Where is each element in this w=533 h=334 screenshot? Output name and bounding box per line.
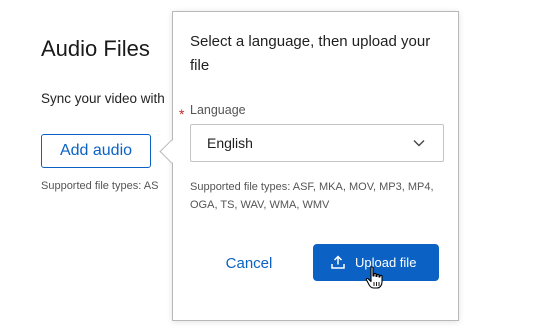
chevron-down-icon <box>413 140 425 147</box>
upload-popover: Select a language, then upload your file… <box>172 11 459 321</box>
popover-title: Select a language, then upload your file <box>190 33 431 74</box>
cancel-button[interactable]: Cancel <box>219 251 279 275</box>
hand-pointer-cursor-icon <box>365 266 383 289</box>
page: Audio Files Sync your video with Add aud… <box>0 0 533 334</box>
page-description: Sync your video with <box>41 91 165 106</box>
language-label: Language <box>190 103 246 117</box>
language-select-value: English <box>207 135 253 151</box>
upload-icon <box>331 255 345 269</box>
add-audio-button[interactable]: Add audio <box>41 134 151 168</box>
page-title: Audio Files <box>41 36 150 61</box>
popover-supported-types: Supported file types: ASF, MKA, MOV, MP3… <box>190 181 434 211</box>
language-select[interactable]: English <box>190 124 444 162</box>
required-marker: * <box>179 106 185 122</box>
supported-types-text: Supported file types: AS <box>41 180 159 192</box>
